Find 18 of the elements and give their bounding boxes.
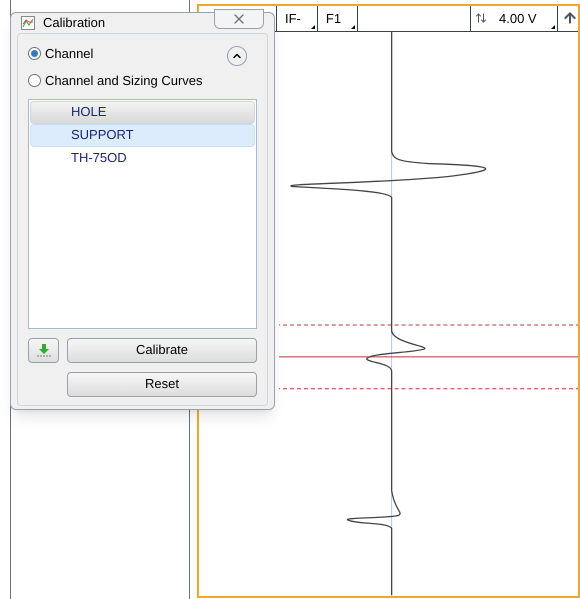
range-dropdown[interactable]: 4.00 V [470,6,558,31]
dropdown[interactable]: IF- [277,6,318,31]
list-item[interactable]: SUPPORT [30,124,255,146]
dropdown[interactable]: F1 [318,6,358,31]
dialog-title: Calibration [43,14,106,32]
download-icon [36,343,50,357]
radio-option[interactable]: Channel [28,44,257,63]
up-arrow-icon[interactable] [562,10,578,26]
download-button[interactable] [28,338,59,362]
collapse-button[interactable] [227,46,247,66]
list-item[interactable]: HOLE [30,100,255,124]
calibrate-button[interactable]: Calibrate [67,338,257,362]
close-button[interactable] [214,8,264,29]
chart-icon [21,16,35,30]
radio-option[interactable]: Channel and Sizing Curves [28,71,257,90]
up-down-arrow-icon [475,12,487,24]
reset-button[interactable]: Reset [67,372,257,396]
list-item[interactable]: TH-75OD [30,146,255,170]
